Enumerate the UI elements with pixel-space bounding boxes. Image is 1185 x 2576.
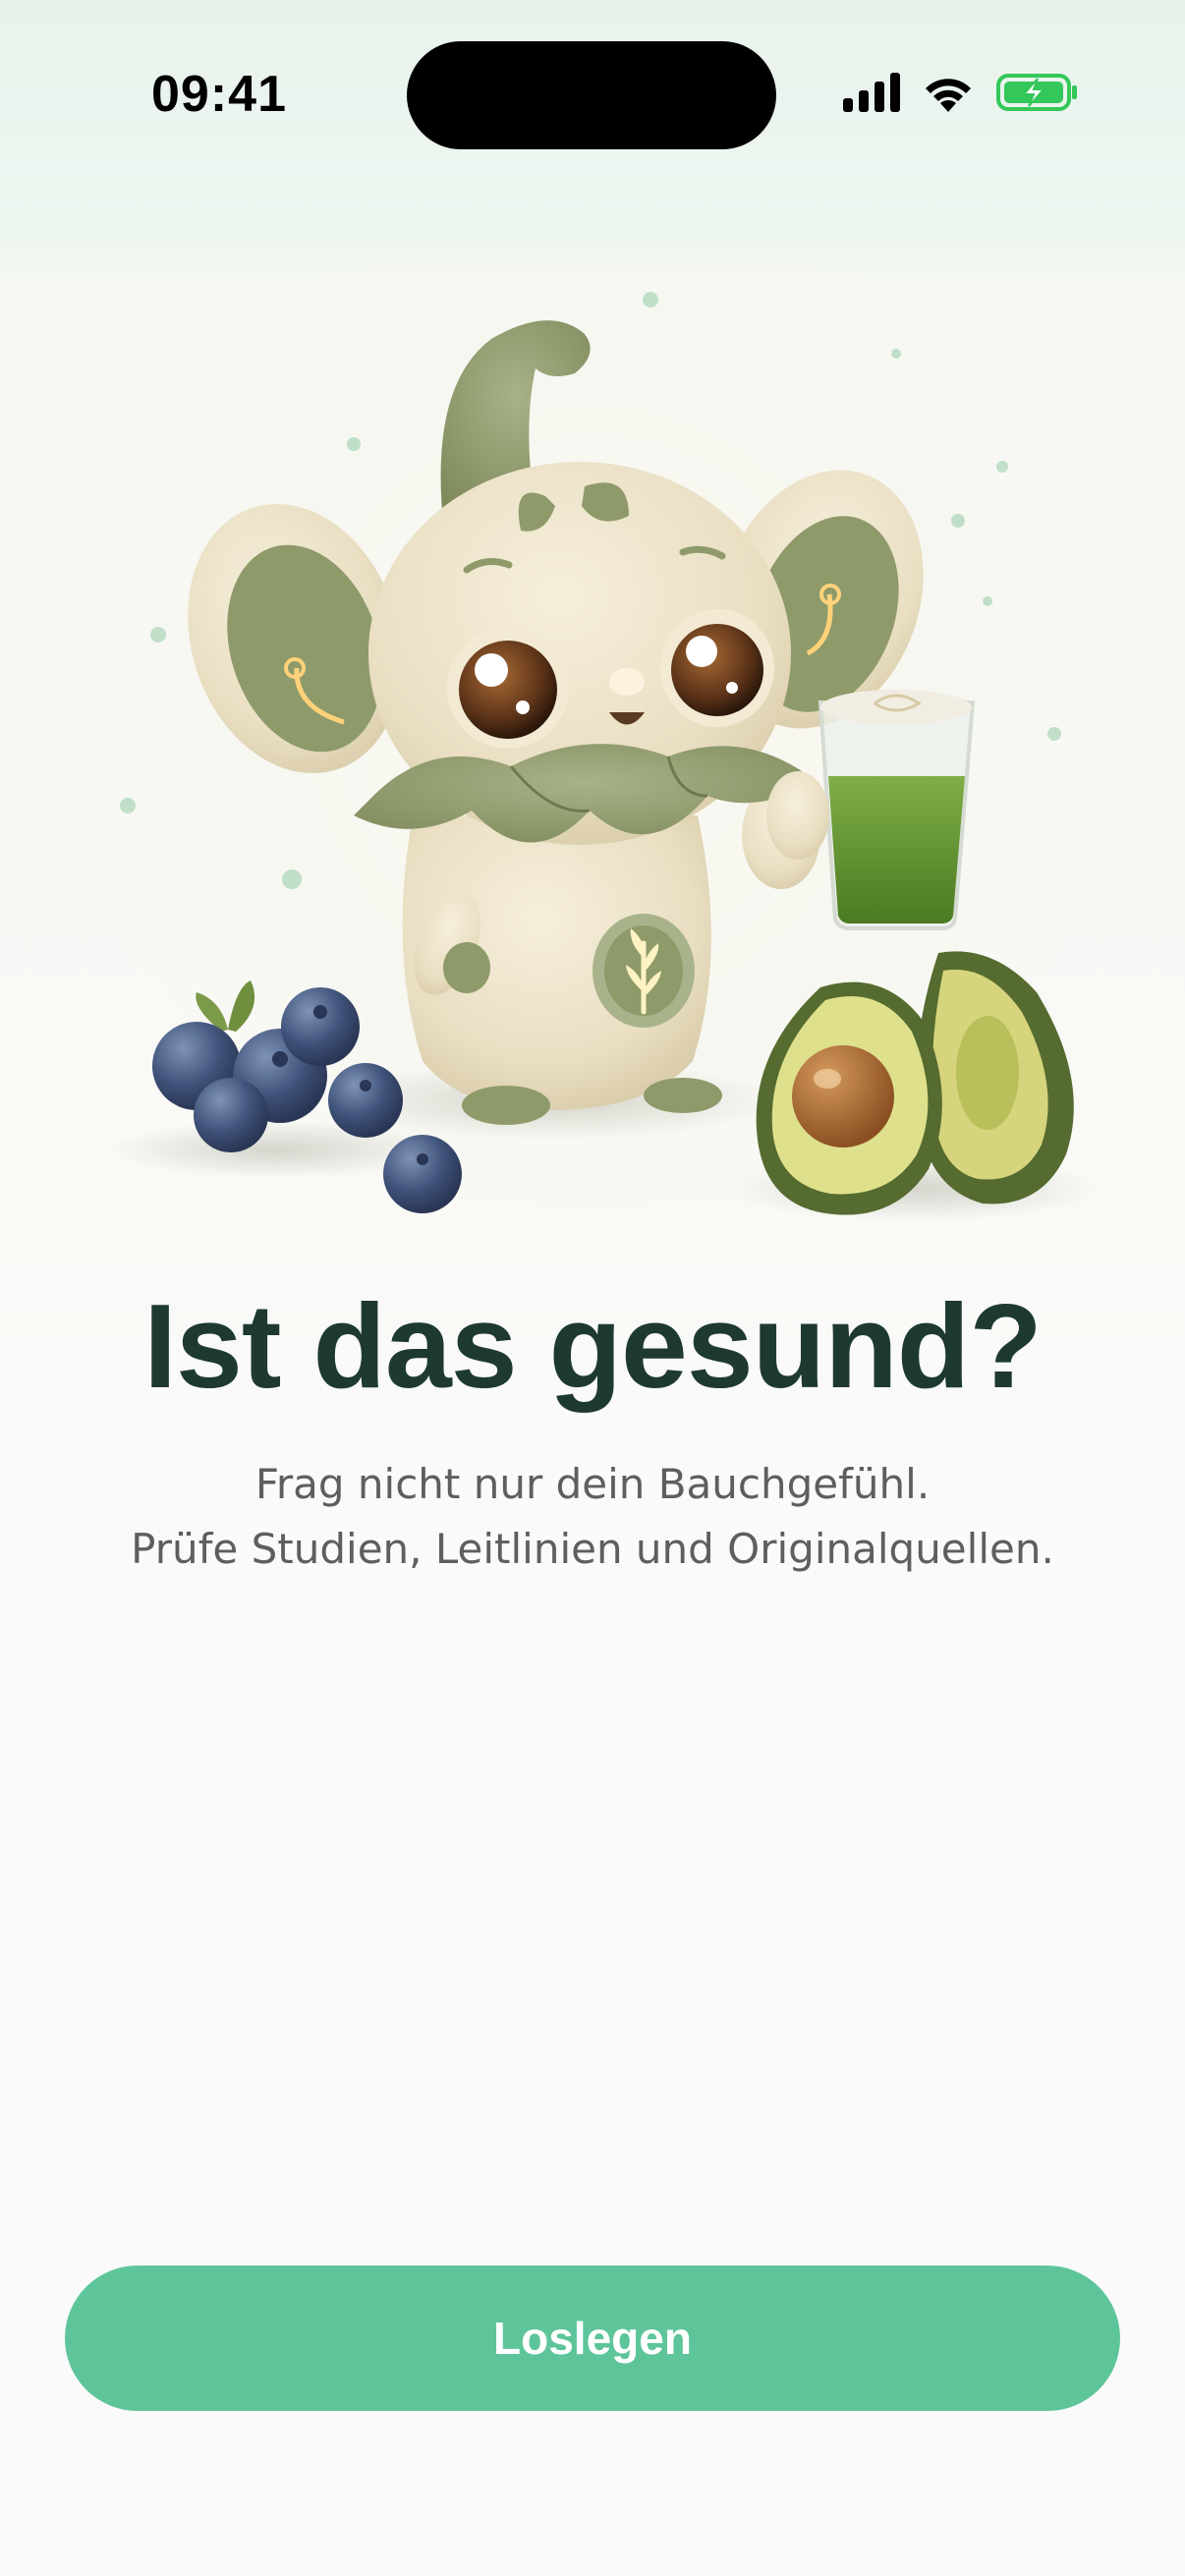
status-bar: 09:41 xyxy=(0,0,1185,196)
avocado xyxy=(756,951,1074,1215)
cellular-signal-icon xyxy=(843,73,900,117)
subtitle-line-2: Prüfe Studien, Leitlinien und Originalqu… xyxy=(131,1525,1054,1573)
wifi-icon xyxy=(922,73,975,117)
onboarding-subtitle: Frag nicht nur dein Bauchgefühl. Prüfe S… xyxy=(0,1452,1185,1582)
mascot-illustration xyxy=(108,292,1100,1222)
onboarding-screen: 09:41 Ist das gesund? Frag nicht nur dei… xyxy=(0,0,1185,2576)
battery-charging-icon xyxy=(996,73,1079,117)
status-time: 09:41 xyxy=(151,66,287,123)
subtitle-line-1: Frag nicht nur dein Bauchgefühl. xyxy=(254,1460,931,1508)
dynamic-island xyxy=(407,41,776,149)
onboarding-title: Ist das gesund? xyxy=(143,1279,1043,1413)
hero-illustration xyxy=(0,265,1185,1248)
get-started-button[interactable]: Loslegen xyxy=(65,2266,1120,2411)
status-icons xyxy=(843,73,1079,117)
